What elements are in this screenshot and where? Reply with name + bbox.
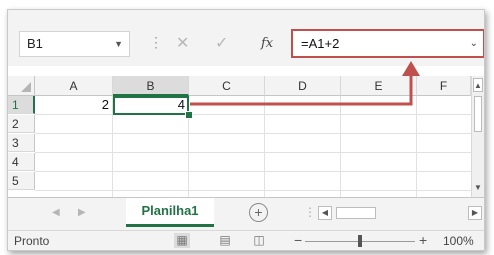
prev-sheet-icon[interactable]: ◀	[52, 207, 60, 218]
sheet-tab-planilha1[interactable]: Planilha1	[126, 198, 214, 227]
insert-function-icon[interactable]: fx	[261, 31, 273, 57]
expand-formula-icon[interactable]: ⌄	[470, 31, 478, 56]
separator-dots: ⋮	[304, 205, 316, 219]
row-header-1[interactable]: 1	[8, 96, 35, 114]
zoom-level[interactable]: 100%	[443, 234, 474, 248]
zoom-slider-thumb[interactable]	[358, 235, 362, 247]
zoom-in-icon[interactable]: +	[419, 232, 427, 248]
row-header-2[interactable]: 2	[8, 115, 35, 133]
select-all-button[interactable]	[8, 76, 35, 96]
column-header-c[interactable]: C	[189, 76, 265, 96]
scroll-up-icon[interactable]: ▲	[473, 78, 483, 92]
gridline	[35, 133, 471, 134]
gridline	[35, 190, 471, 191]
column-header-b[interactable]: B	[113, 76, 189, 96]
gridline	[35, 152, 471, 153]
scroll-down-icon[interactable]: ▼	[473, 181, 483, 195]
gridline	[35, 114, 471, 115]
formula-text: =A1+2	[301, 36, 340, 51]
enter-icon[interactable]: ✓	[215, 31, 228, 57]
next-sheet-icon[interactable]: ▶	[78, 207, 86, 218]
row-header-4[interactable]: 4	[8, 153, 35, 171]
fill-handle[interactable]	[185, 111, 193, 119]
page-break-icon[interactable]: ◫	[251, 233, 267, 248]
chevron-down-icon[interactable]: ▼	[114, 32, 123, 56]
page-layout-icon[interactable]: ▤	[217, 233, 233, 248]
excel-window: B1 ▼ ⋮ ✕ ✓ fx =A1+2 ⌄ A B C D E F 1 2 3 …	[7, 9, 485, 251]
status-bar: Pronto ▦ ▤ ◫ − + 100%	[8, 230, 484, 250]
column-header-f[interactable]: F	[417, 76, 471, 96]
name-box-value: B1	[27, 36, 43, 51]
add-sheet-icon[interactable]: +	[249, 203, 268, 222]
name-box[interactable]: B1 ▼	[19, 31, 130, 57]
column-header-a[interactable]: A	[35, 76, 113, 96]
cancel-icon[interactable]: ✕	[176, 31, 189, 57]
status-text: Pronto	[14, 234, 50, 248]
row-header-5[interactable]: 5	[8, 172, 35, 190]
sheet-tab-bar: ◀ ▶ Planilha1 + ⋮ ◀ ▶	[8, 197, 484, 231]
scroll-thumb[interactable]	[474, 96, 482, 132]
normal-view-icon[interactable]: ▦	[174, 233, 190, 248]
vertical-scrollbar[interactable]: ▲ ▼	[471, 76, 484, 197]
formula-input[interactable]: =A1+2 ⌄	[291, 29, 484, 58]
scroll-thumb[interactable]	[336, 207, 376, 219]
active-cell-border	[113, 96, 189, 115]
column-header-e[interactable]: E	[341, 76, 417, 96]
scroll-left-icon[interactable]: ◀	[318, 206, 332, 220]
row-header-3[interactable]: 3	[8, 134, 35, 152]
separator-dots: ⋮	[149, 34, 163, 50]
worksheet-grid: A B C D E F 1 2 3 4 5 2 4 ▲ ▼	[8, 66, 484, 197]
cell-a1[interactable]: 2	[35, 96, 113, 114]
gridline	[340, 96, 341, 197]
horizontal-scrollbar[interactable]: ◀ ▶	[318, 206, 482, 220]
scroll-right-icon[interactable]: ▶	[468, 206, 482, 220]
zoom-out-icon[interactable]: −	[294, 232, 302, 248]
gridline	[35, 171, 471, 172]
gridline	[264, 96, 265, 197]
gridline	[416, 96, 417, 197]
column-header-d[interactable]: D	[265, 76, 341, 96]
formula-bar: B1 ▼ ⋮ ✕ ✓ fx =A1+2 ⌄	[8, 10, 484, 66]
